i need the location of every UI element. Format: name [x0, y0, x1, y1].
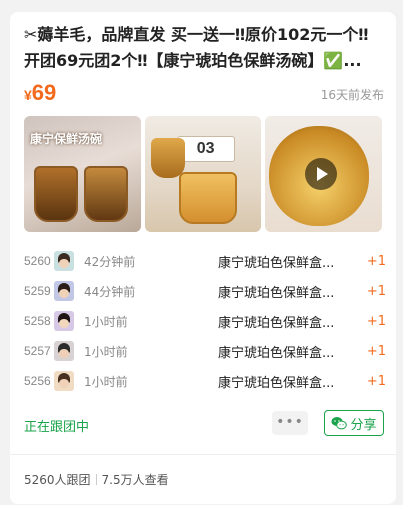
product-image-2[interactable]: 03: [144, 116, 262, 232]
calendar-prop: 03: [176, 136, 235, 162]
order-quantity: +1: [366, 253, 386, 269]
price-value: 69: [31, 80, 57, 105]
avatar: [54, 341, 74, 361]
order-item: 康宁琥珀色保鲜盒...: [218, 255, 335, 271]
order-number: 5257: [24, 344, 51, 358]
order-number: 5258: [24, 314, 51, 328]
bowl-image: [150, 138, 185, 178]
avatar: [54, 371, 74, 391]
bowl-image: [84, 166, 128, 222]
view-count: 7.5万人查看: [101, 473, 169, 487]
order-row: 5257 1小时前 康宁琥珀色保鲜盒... +1: [24, 336, 386, 366]
order-item: 康宁琥珀色保鲜盒...: [218, 375, 335, 391]
post-title[interactable]: ✂薅羊毛，品牌直发 买一送一‼原价102元一个‼开团69元团2个‼【康宁琥珀色保…: [24, 22, 382, 74]
avatar: [54, 251, 74, 271]
avatar: [54, 281, 74, 301]
stats-footer: 5260人跟团 7.5万人查看: [24, 471, 169, 488]
bowl-image: [178, 172, 237, 224]
order-item: 康宁琥珀色保鲜盒...: [218, 315, 335, 331]
order-time: 42分钟前: [84, 254, 136, 269]
product-image-1[interactable]: 康宁保鲜汤碗: [24, 116, 141, 232]
order-number: 5259: [24, 284, 51, 298]
image-gallery: 康宁保鲜汤碗 03: [24, 116, 383, 232]
group-status: 正在跟团中: [24, 420, 90, 435]
image-caption: 康宁保鲜汤碗: [30, 132, 103, 146]
order-number: 5256: [24, 374, 51, 388]
stats-separator: [95, 474, 97, 485]
order-row: 5258 1小时前 康宁琥珀色保鲜盒... +1: [24, 306, 386, 336]
posted-time: 16天前发布: [320, 88, 384, 102]
order-quantity: +1: [366, 283, 386, 299]
group-buy-card[interactable]: ✂薅羊毛，品牌直发 买一送一‼原价102元一个‼开团69元团2个‼【康宁琥珀色保…: [10, 12, 396, 504]
order-row: 5259 44分钟前 康宁琥珀色保鲜盒... +1: [24, 276, 386, 306]
order-quantity: +1: [366, 313, 386, 329]
price: ¥69: [24, 80, 56, 106]
more-button[interactable]: •••: [272, 411, 308, 435]
order-quantity: +1: [366, 373, 386, 389]
price-symbol: ¥: [24, 87, 32, 103]
order-number: 5260: [24, 254, 51, 268]
order-time: 44分钟前: [84, 284, 136, 299]
bowl-image: [34, 166, 78, 222]
joined-count: 5260人跟团: [24, 473, 91, 487]
product-video[interactable]: [265, 116, 383, 232]
order-time: 1小时前: [84, 314, 128, 329]
order-item: 康宁琥珀色保鲜盒...: [218, 345, 335, 361]
wechat-icon: [331, 417, 348, 430]
share-button[interactable]: 分享: [324, 410, 384, 436]
share-label: 分享: [350, 417, 377, 433]
avatar: [54, 311, 74, 331]
divider: [10, 454, 396, 455]
order-item: 康宁琥珀色保鲜盒...: [218, 285, 335, 301]
order-list: 5260 42分钟前 康宁琥珀色保鲜盒... +1 5259 44分钟前 康宁琥…: [24, 246, 386, 396]
order-quantity: +1: [366, 343, 386, 359]
order-row: 5260 42分钟前 康宁琥珀色保鲜盒... +1: [24, 246, 386, 276]
order-time: 1小时前: [84, 374, 128, 389]
order-time: 1小时前: [84, 344, 128, 359]
order-row: 5256 1小时前 康宁琥珀色保鲜盒... +1: [24, 366, 386, 396]
